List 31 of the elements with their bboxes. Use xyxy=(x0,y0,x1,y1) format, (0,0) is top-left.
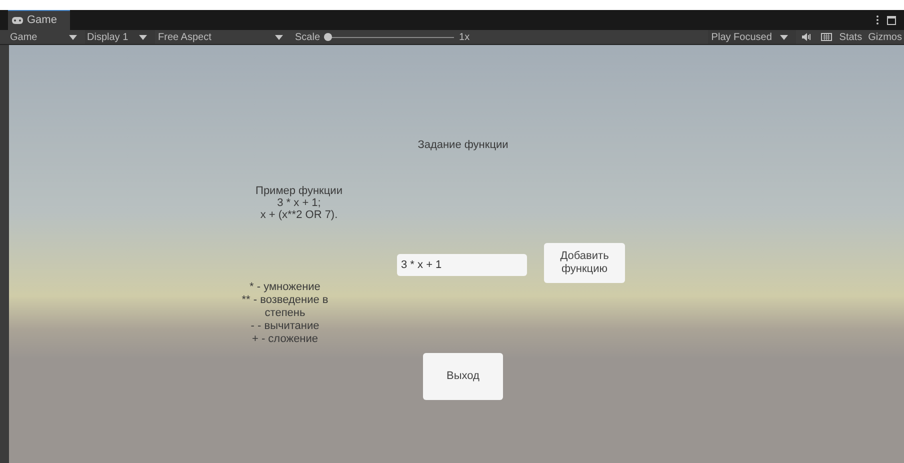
example-line: Пример функции xyxy=(256,185,342,197)
more-options-icon[interactable] xyxy=(876,15,879,25)
dropdown-caret-icon xyxy=(139,34,147,40)
scale-reading: 1x xyxy=(459,30,470,44)
legend-line: + - сложение xyxy=(252,333,318,346)
keyboard-icon[interactable] xyxy=(821,33,832,41)
legend-line: - - вычитание xyxy=(250,320,320,333)
scale-label: Scale xyxy=(295,30,320,44)
exit-button[interactable]: Выход xyxy=(423,353,503,400)
function-input[interactable]: 3 * x + 1 xyxy=(397,254,527,276)
dropdown-caret-icon xyxy=(69,34,77,40)
stats-button[interactable]: Stats xyxy=(836,30,866,44)
maximize-icon[interactable] xyxy=(887,16,896,24)
slider-thumb[interactable] xyxy=(324,33,332,41)
legend-line: * - умножение xyxy=(250,281,320,294)
display-dropdown[interactable]: Display 1 xyxy=(85,30,155,44)
title-text: Задание функции xyxy=(416,138,510,153)
gamepad-icon xyxy=(12,17,23,24)
game-tab[interactable]: Game xyxy=(8,10,70,30)
gizmos-button[interactable]: Gizmos xyxy=(865,30,904,44)
dropdown-caret-icon xyxy=(275,34,283,40)
speaker-icon[interactable] xyxy=(802,33,812,41)
example-line: x + (x**2 OR 7). xyxy=(260,209,338,221)
dropdown-caret-icon xyxy=(780,34,788,40)
example-line: 3 * x + 1; xyxy=(277,197,321,209)
add-function-button[interactable]: Добавить функцию xyxy=(544,243,625,283)
scale-slider[interactable] xyxy=(324,33,454,41)
view-dropdown[interactable]: Game xyxy=(0,30,85,44)
play-mode-dropdown[interactable]: Play Focused xyxy=(708,30,796,44)
legend-line: ** - возведение в степень xyxy=(240,294,330,320)
aspect-dropdown[interactable]: Free Aspect xyxy=(155,30,291,44)
